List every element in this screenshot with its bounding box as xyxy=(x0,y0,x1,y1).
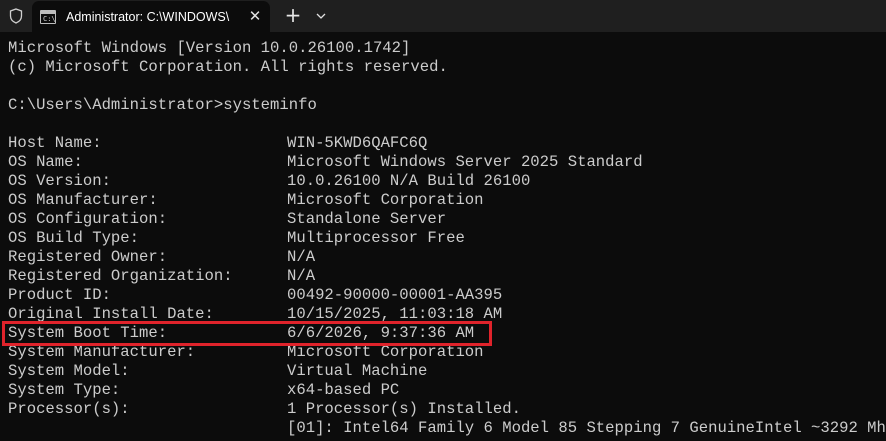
info-row: OS Version: 10.0.26100 N/A Build 26100 xyxy=(8,172,886,191)
info-value: 1 Processor(s) Installed. xyxy=(287,400,521,418)
info-key: System Boot Time: xyxy=(8,324,168,342)
info-key: OS Name: xyxy=(8,153,83,171)
info-value: Multiprocessor Free xyxy=(287,229,465,247)
shield-icon[interactable] xyxy=(0,0,32,32)
info-key: Registered Organization: xyxy=(8,267,233,285)
info-value: WIN-5KWD6QAFC6Q xyxy=(287,134,428,152)
info-row: OS Name: Microsoft Windows Server 2025 St… xyxy=(8,153,886,172)
info-value: Microsoft Corporation xyxy=(287,191,484,209)
info-value: Virtual Machine xyxy=(287,362,428,380)
info-row: System Manufacturer: Microsoft Corporatio… xyxy=(8,343,886,362)
tab-administrator[interactable]: C:\ Administrator: C:\WINDOWS\ ✕ xyxy=(32,1,270,32)
info-key: System Model: xyxy=(8,362,130,380)
close-icon[interactable]: ✕ xyxy=(248,9,262,24)
info-value: 00492-90000-00001-AA395 xyxy=(287,286,503,304)
info-value: Standalone Server xyxy=(287,210,447,228)
info-value: Microsoft Windows Server 2025 Standard xyxy=(287,153,643,171)
copyright-line: (c) Microsoft Corporation. All rights re… xyxy=(8,58,448,76)
chevron-down-icon[interactable] xyxy=(310,4,332,28)
info-row: System Model: Virtual Machine xyxy=(8,362,886,381)
info-row: System Boot Time: 6/6/2026, 9:37:36 AM xyxy=(8,324,886,343)
info-key: Original Install Date: xyxy=(8,305,214,323)
info-row: Processor(s): 1 Processor(s) Installed. xyxy=(8,400,886,419)
terminal-icon: C:\ xyxy=(40,9,56,24)
plus-icon[interactable]: + xyxy=(280,4,306,28)
info-key: OS Manufacturer: xyxy=(8,191,158,209)
info-key: OS Version: xyxy=(8,172,111,190)
info-row: Registered Organization: N/A xyxy=(8,267,886,286)
info-row: System Type: x64-based PC xyxy=(8,381,886,400)
info-value: 10.0.26100 N/A Build 26100 xyxy=(287,172,531,190)
info-value: 6/6/2026, 9:37:36 AM xyxy=(287,324,475,342)
info-row: Host Name: WIN-5KWD6QAFC6Q xyxy=(8,134,886,153)
info-key: OS Configuration: xyxy=(8,210,168,228)
info-key: OS Build Type: xyxy=(8,229,140,247)
command-prompt: C:\Users\Administrator>systeminfo xyxy=(8,96,317,114)
title-bar: C:\ Administrator: C:\WINDOWS\ ✕ + xyxy=(0,0,886,32)
info-value: [01]: Intel64 Family 6 Model 85 Stepping… xyxy=(287,419,886,437)
terminal-output[interactable]: Microsoft Windows [Version 10.0.26100.17… xyxy=(0,32,886,441)
info-row: [01]: Intel64 Family 6 Model 85 Stepping… xyxy=(8,419,886,438)
info-value: N/A xyxy=(287,267,316,285)
info-value: Microsoft Corporation xyxy=(287,343,484,361)
info-value: N/A xyxy=(287,248,316,266)
version-line: Microsoft Windows [Version 10.0.26100.17… xyxy=(8,39,411,57)
info-row: OS Configuration: Standalone Server xyxy=(8,210,886,229)
info-row: OS Manufacturer: Microsoft Corporation xyxy=(8,191,886,210)
tab-title: Administrator: C:\WINDOWS\ xyxy=(66,9,230,24)
info-key: System Type: xyxy=(8,381,121,399)
info-row: Registered Owner: N/A xyxy=(8,248,886,267)
info-value: x64-based PC xyxy=(287,381,400,399)
info-key: Registered Owner: xyxy=(8,248,168,266)
info-key: System Manufacturer: xyxy=(8,343,196,361)
info-row: Original Install Date: 10/15/2025, 11:03:… xyxy=(8,305,886,324)
info-row: OS Build Type: Multiprocessor Free xyxy=(8,229,886,248)
info-key: Product ID: xyxy=(8,286,111,304)
info-row: Product ID: 00492-90000-00001-AA395 xyxy=(8,286,886,305)
info-key: Processor(s): xyxy=(8,400,130,418)
info-value: 10/15/2025, 11:03:18 AM xyxy=(287,305,503,323)
info-key: Host Name: xyxy=(8,134,102,152)
